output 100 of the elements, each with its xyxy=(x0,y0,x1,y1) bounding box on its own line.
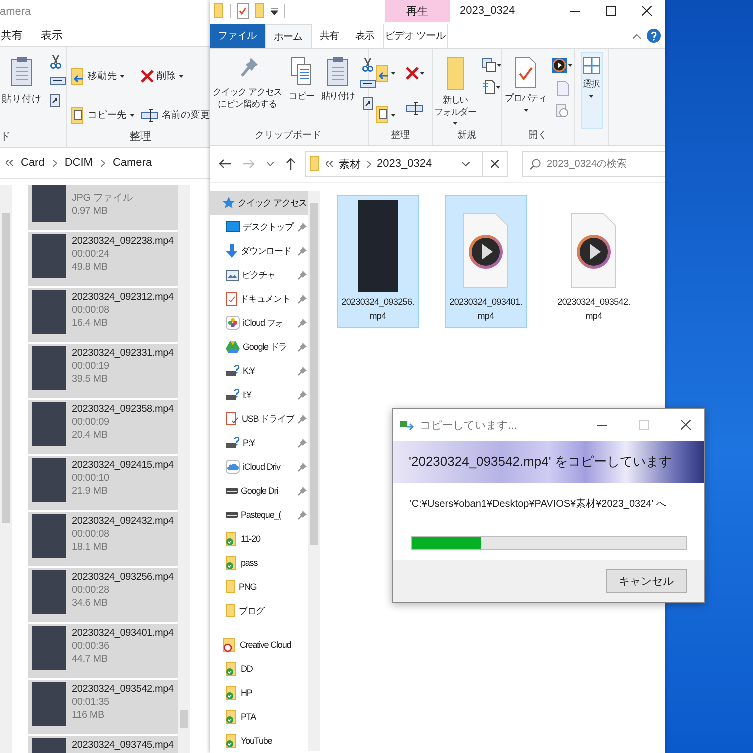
nav-item[interactable]: iCloud フォ xyxy=(210,311,308,335)
file-item[interactable]: 20230324_093745.mp4 xyxy=(28,736,178,753)
ribbon-button[interactable]: 名前の変更 xyxy=(140,102,210,129)
file-item[interactable]: 20230324_092331.mp4 00:00:19 39.5 MB xyxy=(28,344,178,398)
copy-to-icon xyxy=(376,106,390,124)
file-item[interactable]: 20230324_093542.mp4 xyxy=(553,195,635,328)
file-item[interactable]: 20230324_092415.mp4 00:00:10 21.9 MB xyxy=(28,456,178,510)
ribbon-tab[interactable]: 共有 xyxy=(312,24,348,48)
collapse-ribbon-icon[interactable] xyxy=(633,34,641,39)
cancel-button[interactable]: キャンセル xyxy=(606,569,687,593)
pin-icon xyxy=(298,366,307,376)
paste-button[interactable]: 貼り付け xyxy=(0,51,44,129)
file-item[interactable]: 20230324_092432.mp4 00:00:08 18.1 MB xyxy=(28,512,178,566)
nav-item[interactable]: ドキュメント xyxy=(210,287,308,311)
nav-item[interactable]: クイック アクセス xyxy=(210,191,308,215)
nav-item[interactable]: YouTube xyxy=(210,729,308,751)
file-size: 34.6 MB xyxy=(72,597,109,610)
dropdown-icon[interactable] xyxy=(462,162,470,166)
breadcrumb-item[interactable]: 素材 xyxy=(339,156,361,172)
caret-icon xyxy=(130,114,135,117)
dropdown-icon[interactable] xyxy=(271,8,278,14)
new-item-icon xyxy=(482,58,496,72)
recent-button[interactable] xyxy=(264,162,277,166)
ribbon-button[interactable]: プロパティ xyxy=(503,52,550,129)
nav-item[interactable]: USB ドライブ xyxy=(210,407,308,431)
file-item[interactable]: 20230324_092312.mp4 00:00:08 16.4 MB xyxy=(28,288,178,342)
synced-folder-icon xyxy=(226,734,238,748)
nav-item[interactable]: Google ドラ xyxy=(210,335,308,359)
ribbon-button[interactable]: 移動先 xyxy=(71,63,135,90)
flower-icon xyxy=(226,316,240,330)
caret-icon xyxy=(179,75,184,78)
nav-item[interactable]: K:¥ xyxy=(210,359,308,383)
file-detail: 00:00:08 xyxy=(72,304,110,317)
photo-placeholder xyxy=(32,185,66,222)
breadcrumb-item[interactable]: Card xyxy=(21,157,45,169)
breadcrumb-item[interactable]: 2023_0324 xyxy=(377,158,432,170)
nav-item[interactable]: HP xyxy=(210,681,308,705)
clear-icon[interactable] xyxy=(491,160,499,168)
pin-icon xyxy=(298,318,307,328)
nav-item[interactable]: ピクチャ xyxy=(210,263,308,287)
nav-item[interactable]: ダウンロード xyxy=(210,239,308,263)
minimize-icon xyxy=(570,10,580,12)
nav-item[interactable]: iCloud Driv xyxy=(210,455,308,479)
nav-item[interactable]: デスクトップ xyxy=(210,215,308,239)
nav-item[interactable]: Google Dri xyxy=(210,479,308,503)
search-field[interactable]: 2023_0324の検索 xyxy=(522,151,665,177)
ribbon-tab[interactable]: ホーム xyxy=(264,24,312,48)
ribbon-button[interactable]: コピー xyxy=(287,52,316,129)
scrollbar[interactable] xyxy=(0,185,12,753)
file-item[interactable]: 20230324_092358.mp4 00:00:09 20.4 MB xyxy=(28,400,178,454)
file-name: 20230324_093745.mp4 xyxy=(72,739,174,752)
ribbon-button[interactable]: コピー先 xyxy=(71,102,135,129)
caret-icon xyxy=(267,162,274,166)
pin-icon xyxy=(298,510,307,520)
ribbon-button[interactable]: 新しい フォルダー xyxy=(432,52,479,129)
file-detail: JPG ファイル xyxy=(72,192,133,205)
copy-path-icon xyxy=(360,80,376,88)
ribbon-button[interactable]: 貼り付け xyxy=(319,52,357,129)
scrollbar[interactable] xyxy=(178,185,190,753)
ribbon-button[interactable]: クイック アクセス にピン留めする xyxy=(211,52,284,129)
photo-placeholder xyxy=(32,346,66,390)
nav-item[interactable]: pass xyxy=(210,551,308,575)
properties-icon[interactable] xyxy=(237,3,249,19)
ribbon-tab[interactable]: 表示 xyxy=(41,26,63,44)
nav-item[interactable]: DD xyxy=(210,657,308,681)
drive-icon xyxy=(226,511,238,519)
file-size: 21.9 MB xyxy=(72,485,109,498)
group-label: 整理 xyxy=(130,131,152,143)
file-item[interactable]: 20230324_093401.mp4 00:00:36 44.7 MB xyxy=(28,624,178,678)
caret-icon xyxy=(120,75,126,78)
breadcrumb-item[interactable]: Camera xyxy=(112,157,152,169)
file-item[interactable]: 20230324_092238.mp4 00:00:24 49.8 MB xyxy=(28,232,178,286)
ribbon-button[interactable]: 選択 xyxy=(580,52,602,129)
ribbon-tab[interactable]: ファイル xyxy=(210,24,265,48)
address-bar[interactable]: 素材 2023_0324 xyxy=(305,151,508,177)
nav-item[interactable]: Creative Cloud xyxy=(210,633,308,657)
file-item[interactable]: 20230324_093256.mp4 xyxy=(337,195,419,328)
ribbon-button[interactable]: 削除 xyxy=(140,63,210,90)
synced-folder-icon xyxy=(226,710,238,724)
file-item[interactable]: 20230324_093542.mp4 00:01:35 116 MB xyxy=(28,680,178,734)
nav-item[interactable]: PNG xyxy=(210,575,308,599)
file-item[interactable]: 20230324_093401.mp4 xyxy=(445,195,527,328)
ribbon-tab[interactable]: 共有 xyxy=(1,26,23,44)
pin-icon xyxy=(298,342,307,352)
nav-item[interactable]: P:¥ xyxy=(210,431,308,455)
photo-placeholder xyxy=(32,570,66,614)
group-label: ド xyxy=(0,131,11,143)
nav-item[interactable]: Pasteque_( xyxy=(210,503,308,527)
nav-item[interactable]: 11-20 xyxy=(210,527,308,551)
file-item[interactable]: 20230324_093256.mp4 00:00:28 34.6 MB xyxy=(28,568,178,622)
nav-item[interactable]: I:¥ xyxy=(210,383,308,407)
maximize-icon xyxy=(639,420,649,430)
breadcrumb-item[interactable]: DCIM xyxy=(64,157,93,169)
nav-item[interactable]: ブログ xyxy=(210,599,308,623)
help-icon[interactable] xyxy=(647,29,661,43)
file-size: 16.4 MB xyxy=(72,317,109,330)
nav-item[interactable]: PTA xyxy=(210,705,308,729)
file-name: 20230324_093401.mp4 xyxy=(72,627,174,640)
scrollbar[interactable] xyxy=(308,191,320,751)
ribbon-tab[interactable]: 表示 xyxy=(347,24,383,48)
